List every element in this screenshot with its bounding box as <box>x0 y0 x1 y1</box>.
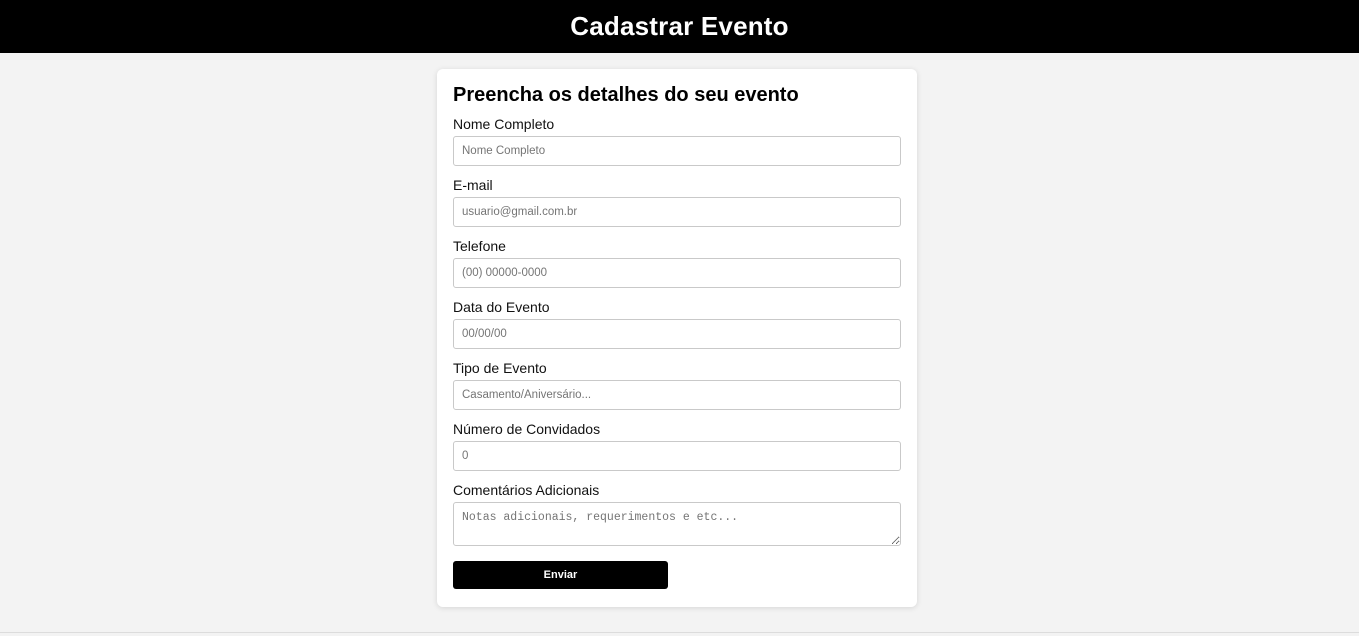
field-telefone: Telefone <box>453 238 901 288</box>
field-data-evento: Data do Evento <box>453 299 901 349</box>
data-evento-label: Data do Evento <box>453 299 550 315</box>
email-input[interactable] <box>453 197 901 227</box>
comentarios-textarea[interactable] <box>453 502 901 546</box>
bottom-divider <box>0 632 1359 633</box>
field-tipo-evento: Tipo de Evento <box>453 360 901 410</box>
telefone-label: Telefone <box>453 238 506 254</box>
nome-completo-input[interactable] <box>453 136 901 166</box>
event-form-card: Preencha os detalhes do seu evento Nome … <box>437 69 917 607</box>
field-numero-convidados: Número de Convidados <box>453 421 901 471</box>
field-email: E-mail <box>453 177 901 227</box>
field-nome-completo: Nome Completo <box>453 116 901 166</box>
telefone-input[interactable] <box>453 258 901 288</box>
form-heading: Preencha os detalhes do seu evento <box>453 84 799 106</box>
page-title: Cadastrar Evento <box>570 11 789 41</box>
nome-completo-label: Nome Completo <box>453 116 555 132</box>
tipo-evento-label: Tipo de Evento <box>453 360 547 376</box>
comentarios-label: Comentários Adicionais <box>453 482 600 498</box>
numero-convidados-input[interactable] <box>453 441 901 471</box>
submit-button[interactable]: Enviar <box>453 561 668 589</box>
page-header: Cadastrar Evento <box>0 0 1359 53</box>
data-evento-input[interactable] <box>453 319 901 349</box>
field-comentarios: Comentários Adicionais <box>453 482 901 546</box>
numero-convidados-label: Número de Convidados <box>453 421 601 437</box>
tipo-evento-input[interactable] <box>453 380 901 410</box>
email-label: E-mail <box>453 177 493 193</box>
